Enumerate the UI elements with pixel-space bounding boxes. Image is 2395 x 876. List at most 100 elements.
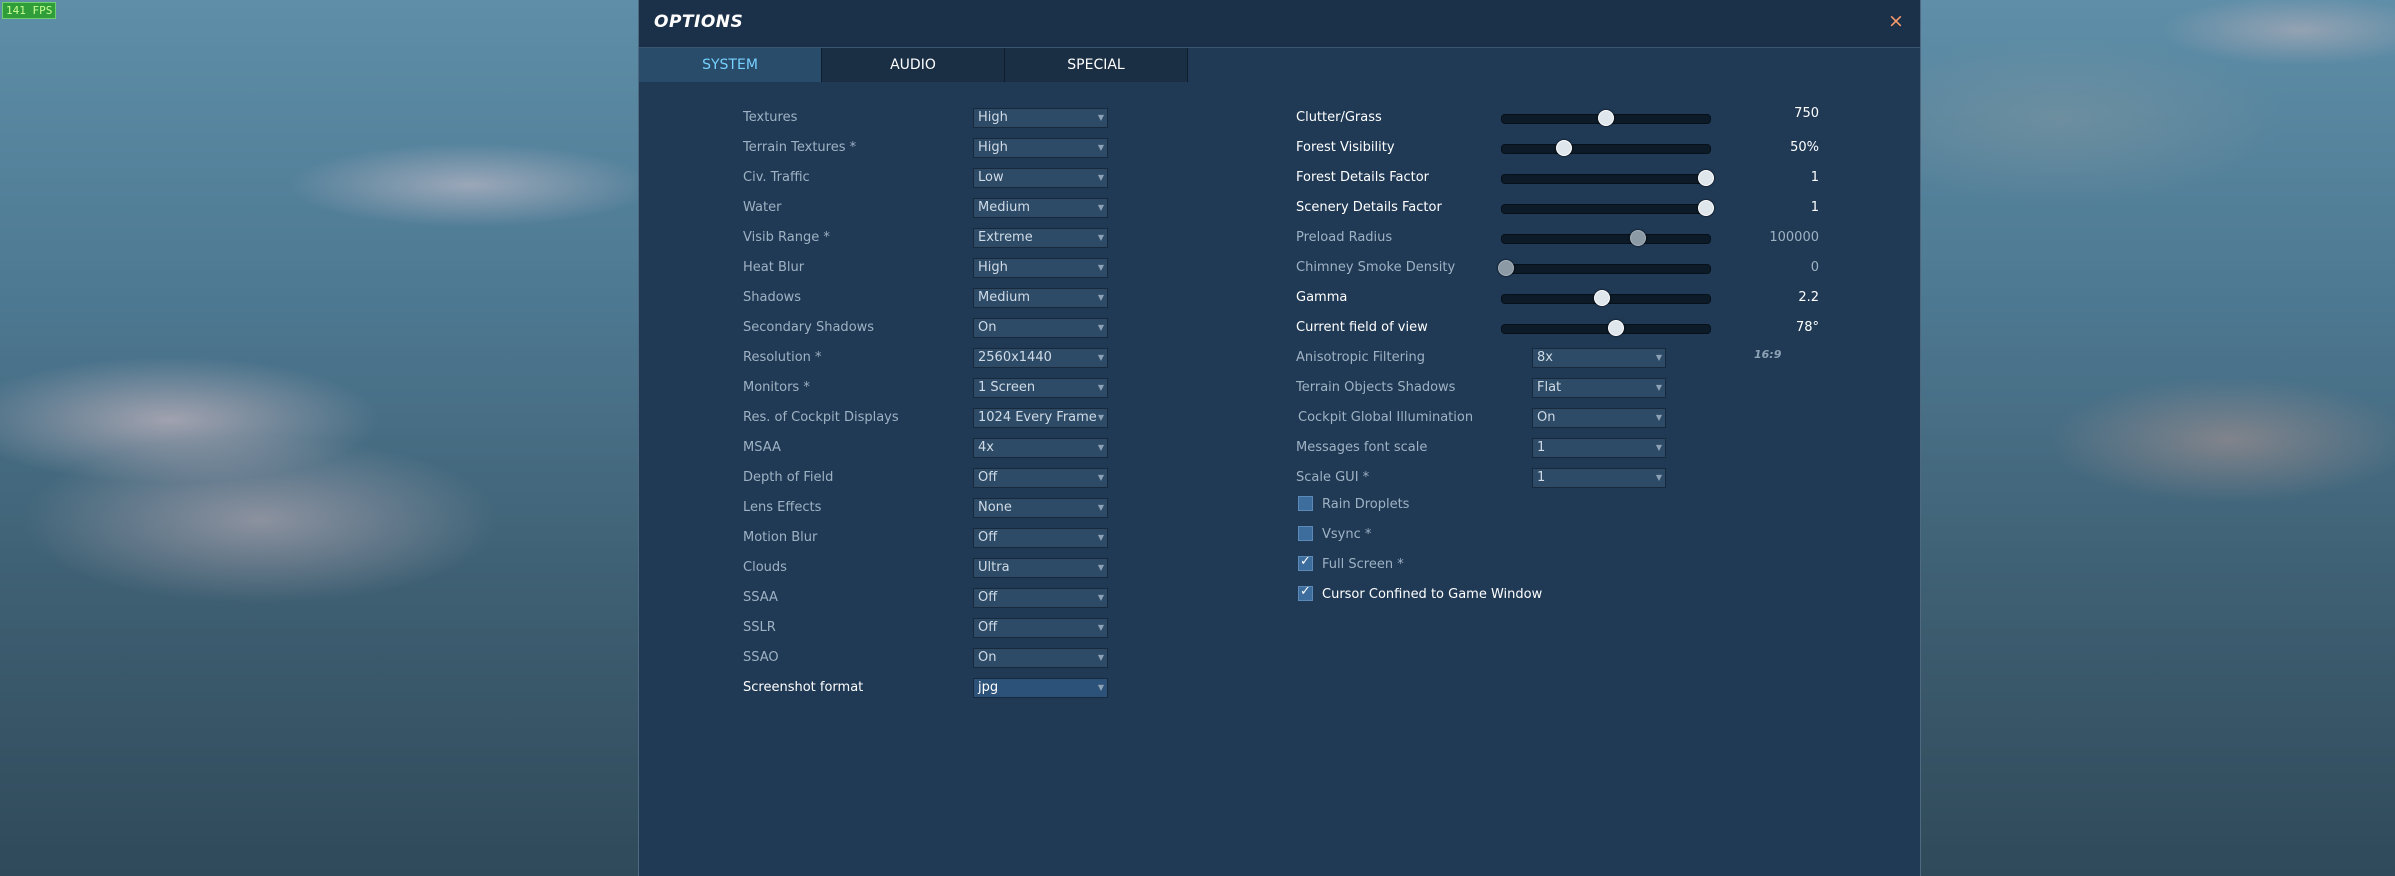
slider-knob[interactable] bbox=[1608, 320, 1624, 336]
setting-dropdown[interactable]: Off ▼ bbox=[973, 468, 1108, 488]
slider-knob[interactable] bbox=[1598, 110, 1614, 126]
setting-dropdown[interactable]: 1 ▼ bbox=[1532, 438, 1666, 458]
setting-dropdown[interactable]: jpg ▼ bbox=[973, 678, 1108, 698]
setting-dropdown[interactable]: On ▼ bbox=[973, 318, 1108, 338]
setting-dropdown[interactable]: On ▼ bbox=[973, 648, 1108, 668]
setting-dropdown[interactable]: 8x ▼ bbox=[1532, 348, 1666, 368]
slider-track bbox=[1501, 144, 1711, 154]
slider-value: 78° bbox=[1795, 320, 1819, 335]
tab-system[interactable]: SYSTEM bbox=[639, 48, 822, 82]
dropdown-value: 1 bbox=[1537, 470, 1546, 485]
setting-slider[interactable] bbox=[1498, 258, 1711, 278]
slider-value: 0 bbox=[1810, 260, 1819, 275]
setting-slider[interactable] bbox=[1501, 288, 1711, 308]
slider-knob[interactable] bbox=[1698, 170, 1714, 186]
slider-knob[interactable] bbox=[1556, 140, 1572, 156]
setting-label: Resolution * bbox=[743, 350, 822, 365]
setting-slider[interactable] bbox=[1501, 138, 1711, 158]
setting-label: Depth of Field bbox=[743, 470, 834, 485]
tab-audio[interactable]: AUDIO bbox=[822, 48, 1005, 82]
setting-dropdown[interactable]: On ▼ bbox=[1532, 408, 1666, 428]
setting-label: Water bbox=[743, 200, 782, 215]
setting-label: Terrain Textures * bbox=[743, 140, 857, 155]
setting-slider[interactable] bbox=[1501, 228, 1711, 248]
chevron-down-icon: ▼ bbox=[1097, 563, 1104, 572]
chevron-down-icon: ▼ bbox=[1655, 443, 1662, 452]
slider-knob[interactable] bbox=[1498, 260, 1514, 276]
setting-dropdown[interactable]: Flat ▼ bbox=[1532, 378, 1666, 398]
checkbox[interactable] bbox=[1298, 526, 1313, 541]
chevron-down-icon: ▼ bbox=[1097, 623, 1104, 632]
slider-knob[interactable] bbox=[1630, 230, 1646, 246]
dialog-title: OPTIONS bbox=[654, 12, 744, 32]
slider-value: 2.2 bbox=[1798, 290, 1819, 305]
setting-dropdown[interactable]: Off ▼ bbox=[973, 528, 1108, 548]
setting-dropdown[interactable]: 4x ▼ bbox=[973, 438, 1108, 458]
slider-track bbox=[1501, 324, 1711, 334]
close-icon[interactable]: × bbox=[1886, 11, 1906, 31]
chevron-down-icon: ▼ bbox=[1097, 683, 1104, 692]
dropdown-value: Medium bbox=[978, 290, 1030, 305]
setting-dropdown[interactable]: 1 Screen ▼ bbox=[973, 378, 1108, 398]
dropdown-value: High bbox=[978, 260, 1008, 275]
setting-dropdown[interactable]: Ultra ▼ bbox=[973, 558, 1108, 578]
setting-label: SSAA bbox=[743, 590, 778, 605]
setting-slider[interactable] bbox=[1501, 108, 1711, 128]
setting-slider[interactable] bbox=[1501, 168, 1714, 188]
setting-dropdown[interactable]: Off ▼ bbox=[973, 588, 1108, 608]
checkbox[interactable] bbox=[1298, 584, 1313, 601]
setting-dropdown[interactable]: High ▼ bbox=[973, 258, 1108, 278]
setting-dropdown[interactable]: Off ▼ bbox=[973, 618, 1108, 638]
chevron-down-icon: ▼ bbox=[1097, 233, 1104, 242]
setting-dropdown[interactable]: Low ▼ bbox=[973, 168, 1108, 188]
setting-dropdown[interactable]: 1 ▼ bbox=[1532, 468, 1666, 488]
dropdown-value: High bbox=[978, 140, 1008, 155]
dropdown-value: Low bbox=[978, 170, 1004, 185]
slider-knob[interactable] bbox=[1698, 200, 1714, 216]
setting-dropdown[interactable]: High ▼ bbox=[973, 138, 1108, 158]
dropdown-value: 1024 Every Frame bbox=[978, 410, 1097, 425]
slider-track bbox=[1501, 234, 1711, 244]
slider-label: Scenery Details Factor bbox=[1296, 200, 1442, 215]
checkbox[interactable] bbox=[1298, 496, 1313, 511]
setting-label: Visib Range * bbox=[743, 230, 830, 245]
checkbox-label: Vsync * bbox=[1322, 527, 1372, 542]
slider-track bbox=[1501, 264, 1711, 274]
checkbox-label: Cursor Confined to Game Window bbox=[1322, 587, 1543, 602]
setting-label: Messages font scale bbox=[1296, 440, 1428, 455]
setting-dropdown[interactable]: High ▼ bbox=[973, 108, 1108, 128]
chevron-down-icon: ▼ bbox=[1097, 263, 1104, 272]
dropdown-value: Off bbox=[978, 470, 998, 485]
dropdown-value: Off bbox=[978, 590, 998, 605]
setting-label: Heat Blur bbox=[743, 260, 805, 275]
setting-dropdown[interactable]: 1024 Every Frame ▼ bbox=[973, 408, 1108, 428]
fps-counter: 141 FPS bbox=[2, 2, 57, 19]
setting-label: Anisotropic Filtering bbox=[1296, 350, 1426, 365]
dropdown-value: Extreme bbox=[978, 230, 1033, 245]
setting-dropdown[interactable]: 2560x1440 ▼ bbox=[973, 348, 1108, 368]
slider-value: 1 bbox=[1810, 200, 1819, 215]
dropdown-value: 8x bbox=[1537, 350, 1553, 365]
setting-slider[interactable] bbox=[1501, 198, 1714, 218]
slider-knob[interactable] bbox=[1594, 290, 1610, 306]
chevron-down-icon: ▼ bbox=[1097, 323, 1104, 332]
tab-special[interactable]: SPECIAL bbox=[1005, 48, 1188, 82]
slider-track bbox=[1501, 174, 1711, 184]
setting-label: Screenshot format bbox=[743, 680, 864, 695]
setting-dropdown[interactable]: None ▼ bbox=[973, 498, 1108, 518]
setting-dropdown[interactable]: Medium ▼ bbox=[973, 288, 1108, 308]
checkbox[interactable] bbox=[1298, 554, 1313, 571]
chevron-down-icon: ▼ bbox=[1097, 533, 1104, 542]
setting-dropdown[interactable]: Medium ▼ bbox=[973, 198, 1108, 218]
slider-value: 1 bbox=[1810, 170, 1819, 185]
setting-label: Textures bbox=[743, 110, 798, 125]
dropdown-value: On bbox=[978, 650, 997, 665]
slider-value: 50% bbox=[1790, 140, 1819, 155]
setting-label: Scale GUI * bbox=[1296, 470, 1370, 485]
setting-dropdown[interactable]: Extreme ▼ bbox=[973, 228, 1108, 248]
slider-label: Preload Radius bbox=[1296, 230, 1393, 245]
chevron-down-icon: ▼ bbox=[1655, 413, 1662, 422]
slider-label: Clutter/Grass bbox=[1296, 110, 1382, 125]
slider-value: 100000 bbox=[1769, 230, 1819, 245]
setting-slider[interactable] bbox=[1501, 318, 1711, 338]
